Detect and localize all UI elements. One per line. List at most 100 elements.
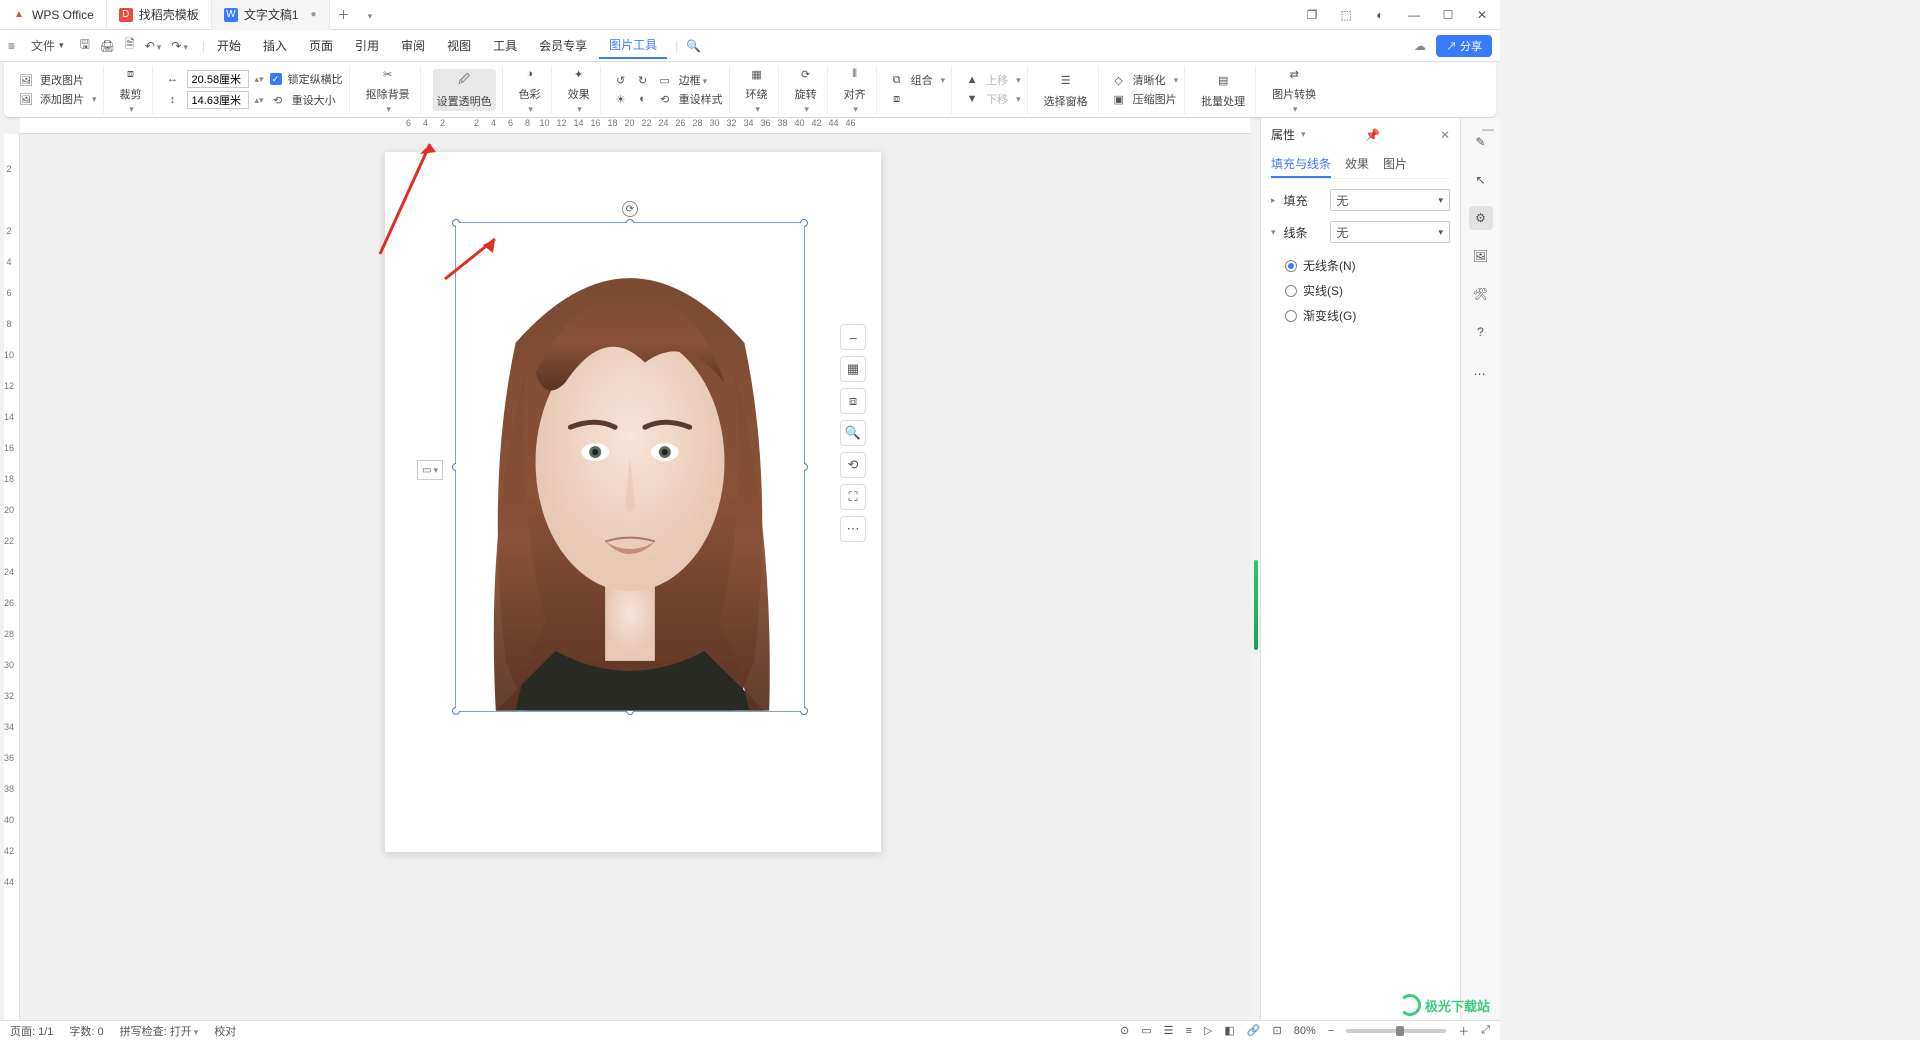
menu-view[interactable]: 视图 xyxy=(437,33,481,58)
crop-button[interactable]: ⧈裁剪 xyxy=(116,62,146,117)
rail-select-icon[interactable]: ↖ xyxy=(1469,168,1493,192)
close-button[interactable]: ✕ xyxy=(1474,7,1490,23)
compress-button[interactable]: ▣压缩图片 xyxy=(1111,91,1179,107)
status-spellcheck[interactable]: 拼写检查: 打开 xyxy=(120,1023,199,1039)
status-page[interactable]: 页面: 1/1 xyxy=(10,1023,53,1039)
rotate-right-icon[interactable]: ↻ xyxy=(635,72,651,88)
change-image-button[interactable]: 🖼更改图片 xyxy=(18,72,97,88)
close-panel-icon[interactable]: ✕ xyxy=(1440,128,1450,142)
minimize-button[interactable]: — xyxy=(1406,7,1422,23)
menu-tools[interactable]: 工具 xyxy=(483,33,527,58)
selection-pane-button[interactable]: ☰选择窗格 xyxy=(1040,69,1092,111)
line-select[interactable]: 无▾ xyxy=(1330,221,1450,243)
align-button[interactable]: ⫴对齐 xyxy=(840,62,870,117)
view-web-icon[interactable]: ≡ xyxy=(1186,1025,1192,1037)
document-canvas[interactable]: ▭ ⟳ xyxy=(20,134,1250,1020)
qt-zoom-icon[interactable]: 🔍 xyxy=(840,420,866,446)
menu-review[interactable]: 审阅 xyxy=(391,33,435,58)
zoom-value[interactable]: 80% xyxy=(1294,1025,1316,1037)
view-draft-icon[interactable]: ◧ xyxy=(1224,1024,1234,1037)
multiwindow-icon[interactable]: ❐ xyxy=(1304,7,1320,23)
border-button[interactable]: 边框 xyxy=(679,72,708,88)
zoom-in-button[interactable]: ＋ xyxy=(1458,1023,1469,1039)
layout-options-chip[interactable]: ▭ xyxy=(417,460,443,480)
menu-reference[interactable]: 引用 xyxy=(345,33,389,58)
effect-button[interactable]: ✦效果 xyxy=(564,62,594,117)
qt-layout-icon[interactable]: ▦ xyxy=(840,356,866,382)
qt-more-icon[interactable]: ⋯ xyxy=(840,516,866,542)
tab-document[interactable]: W 文字文稿1 ● xyxy=(212,0,330,30)
height-input[interactable] xyxy=(187,91,249,109)
zoom-out-button[interactable]: − xyxy=(1328,1025,1334,1037)
group-button[interactable]: ⧉组合 xyxy=(889,72,946,88)
view-print-icon[interactable]: ▭ xyxy=(1141,1024,1151,1037)
line-opt-gradient[interactable]: 渐变线(G) xyxy=(1271,303,1450,328)
cube-icon[interactable]: ⬚ xyxy=(1338,7,1354,23)
rail-image-icon[interactable]: 🖼 xyxy=(1469,244,1493,268)
brightness-icon[interactable]: ☀ xyxy=(613,91,629,107)
menu-start[interactable]: 开始 xyxy=(207,33,251,58)
zoom-slider[interactable] xyxy=(1346,1029,1446,1033)
contrast-icon[interactable]: ◐ xyxy=(635,91,651,107)
maximize-button[interactable]: ☐ xyxy=(1440,7,1456,23)
rail-more-icon[interactable]: ⋯ xyxy=(1469,362,1493,386)
redo-icon[interactable]: ↷ xyxy=(171,39,188,53)
undo-icon[interactable]: ↶ xyxy=(145,39,162,53)
view-read-icon[interactable]: ▷ xyxy=(1204,1024,1212,1037)
menu-picture-tools[interactable]: 图片工具 xyxy=(599,32,667,59)
view-outline-icon[interactable]: ☰ xyxy=(1164,1024,1174,1037)
view-link-icon[interactable]: 🔗 xyxy=(1247,1024,1261,1037)
tab-menu-button[interactable] xyxy=(358,8,381,22)
fill-select[interactable]: 无▾ xyxy=(1330,189,1450,211)
batch-button[interactable]: ▤批量处理 xyxy=(1197,69,1249,111)
tab-wps-home[interactable]: ▲ WPS Office xyxy=(0,0,107,30)
menu-insert[interactable]: 插入 xyxy=(253,33,297,58)
cloud-icon[interactable]: ☁ xyxy=(1414,39,1426,53)
ptab-effect[interactable]: 效果 xyxy=(1345,151,1369,178)
ptab-picture[interactable]: 图片 xyxy=(1383,151,1407,178)
sharpen-button[interactable]: ◇清晰化 xyxy=(1111,72,1179,88)
app-menu-icon[interactable]: ≡ xyxy=(8,39,15,53)
qt-crop-icon[interactable]: ⧈ xyxy=(840,388,866,414)
status-words[interactable]: 字数: 0 xyxy=(69,1023,103,1039)
qt-fit-icon[interactable]: ⛶ xyxy=(840,484,866,510)
wrap-button[interactable]: ▦环绕 xyxy=(742,62,772,117)
set-transparent-button[interactable]: 🖉设置透明色 xyxy=(433,69,496,111)
avatar-icon[interactable]: ◐ xyxy=(1372,7,1388,23)
reset-style-button[interactable]: 重设样式 xyxy=(679,91,723,107)
add-image-button[interactable]: 🖼添加图片 xyxy=(18,91,97,107)
pin-icon[interactable]: 📌 xyxy=(1365,128,1380,142)
tab-templates[interactable]: D 找稻壳模板 xyxy=(107,0,212,30)
width-input[interactable] xyxy=(187,70,249,88)
qt-reset-icon[interactable]: ⟲ xyxy=(840,452,866,478)
file-menu[interactable]: 文件▾ xyxy=(25,37,70,54)
search-icon[interactable]: 🔍 xyxy=(686,39,701,53)
selected-image[interactable]: ⟳ xyxy=(455,222,805,712)
rail-tools-icon[interactable]: 🛠 xyxy=(1469,282,1493,306)
menu-member[interactable]: 会员专享 xyxy=(529,33,597,58)
tab-add-button[interactable]: ＋ xyxy=(330,6,358,23)
color-button[interactable]: ◑色彩 xyxy=(515,62,545,117)
remove-bg-button[interactable]: ✂抠除背景 xyxy=(362,62,414,117)
preview-icon[interactable]: 🗎 xyxy=(125,35,135,56)
view-focus-icon[interactable]: ⊙ xyxy=(1120,1024,1129,1037)
rail-help-icon[interactable]: ? xyxy=(1469,320,1493,344)
rotate-left-icon[interactable]: ↺ xyxy=(613,72,629,88)
lock-ratio-checkbox[interactable]: ✓ xyxy=(270,73,282,85)
rotate-button[interactable]: ⟳旋转 xyxy=(791,62,821,117)
share-button[interactable]: ↗ 分享 xyxy=(1436,35,1492,57)
zoom-fit-icon[interactable]: ⊡ xyxy=(1273,1024,1282,1037)
qt-collapse-icon[interactable]: – xyxy=(840,324,866,350)
status-proof[interactable]: 校对 xyxy=(214,1023,236,1039)
print-icon[interactable]: 🖨 xyxy=(100,39,115,53)
line-opt-solid[interactable]: 实线(S) xyxy=(1271,278,1450,303)
fullscreen-icon[interactable]: ⤢ xyxy=(1481,1024,1490,1037)
rotation-handle[interactable]: ⟳ xyxy=(622,201,638,217)
reset-size-button[interactable]: 重设大小 xyxy=(292,92,336,108)
rail-settings-icon[interactable]: ⚙ xyxy=(1469,206,1493,230)
ptab-fill-line[interactable]: 填充与线条 xyxy=(1271,151,1331,178)
panel-collapse-icon[interactable]: — xyxy=(1482,122,1494,136)
line-opt-none[interactable]: 无线条(N) xyxy=(1271,253,1450,278)
convert-button[interactable]: ⇄图片转换 xyxy=(1268,62,1320,117)
menu-page[interactable]: 页面 xyxy=(299,33,343,58)
